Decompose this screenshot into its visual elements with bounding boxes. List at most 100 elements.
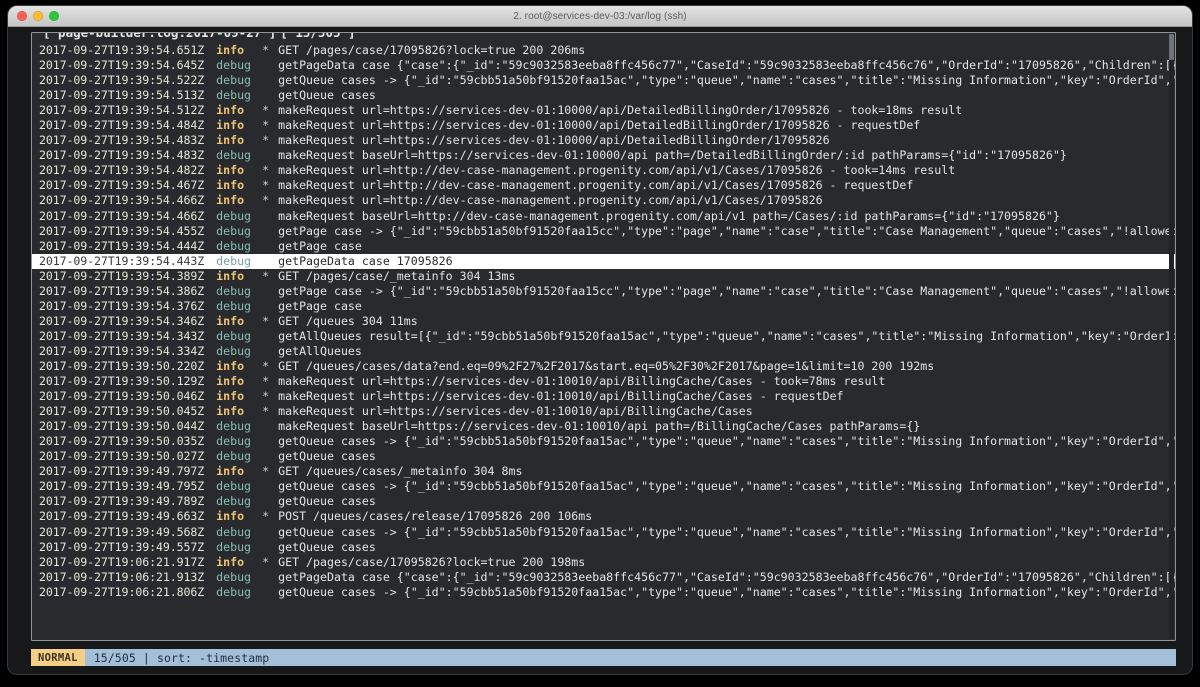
log-timestamp: 2017-09-27T19:39:50.027Z [39, 449, 205, 464]
log-row[interactable]: 2017-09-27T19:39:54.376Z debug getPage cas… [32, 299, 1175, 314]
log-message: getPage case -> {"_id":"59cbb51a50bf9152… [278, 283, 1175, 298]
log-row[interactable]: 2017-09-27T19:39:54.522Z debug getQueue ca… [32, 73, 1175, 88]
log-row[interactable]: 2017-09-27T19:06:21.806Z debug getQueue ca… [32, 585, 1175, 600]
log-level-info: info [216, 133, 245, 148]
log-message: POST /queues/cases/release/17095826 200 … [278, 509, 593, 524]
log-row[interactable]: 2017-09-27T19:39:49.568Z debug getQueue ca… [32, 525, 1175, 540]
log-row[interactable]: 2017-09-27T19:39:50.044Z debug makeRequest… [32, 419, 1175, 434]
minimize-button-icon[interactable] [33, 11, 43, 21]
log-row[interactable]: 2017-09-27T19:39:50.045Z info * makeRequest… [32, 404, 1175, 419]
log-level-info: info [216, 43, 245, 57]
log-message: getQueue cases -> {"_id":"59cbb51a50bf91… [278, 524, 1175, 539]
log-timestamp: 2017-09-27T19:39:54.443Z [39, 253, 205, 268]
log-message: getQueue cases [278, 88, 376, 103]
terminal-window: 2. root@services-dev-03:/var/log (ssh) [… [8, 6, 1192, 674]
log-timestamp: 2017-09-27T19:39:54.513Z [39, 88, 205, 103]
log-message: makeRequest url=https://services-dev-01:… [278, 374, 886, 389]
log-level-debug: debug [216, 238, 252, 253]
log-message: makeRequest baseUrl=https://services-dev… [278, 148, 1067, 163]
log-timestamp: 2017-09-27T19:39:49.663Z [39, 509, 205, 524]
log-row[interactable]: 2017-09-27T19:39:54.513Z debug getQueue ca… [32, 88, 1175, 103]
log-marker-icon: * [262, 389, 270, 404]
log-row[interactable]: 2017-09-27T19:39:54.443Z debug getPageData… [32, 253, 1175, 269]
log-row[interactable]: 2017-09-27T19:39:54.484Z info * makeRequest… [32, 118, 1175, 133]
log-message: makeRequest url=http://dev-case-manageme… [278, 193, 823, 208]
log-level-debug: debug [216, 343, 252, 358]
log-row[interactable]: 2017-09-27T19:39:54.466Z info * makeRequest… [32, 193, 1175, 208]
log-message: makeRequest url=https://services-dev-01:… [278, 404, 753, 419]
maximize-button-icon[interactable] [49, 11, 59, 21]
log-marker-icon: * [262, 193, 270, 208]
log-message: getQueue cases -> {"_id":"59cbb51a50bf91… [278, 434, 1175, 449]
log-level-debug: debug [216, 569, 252, 584]
log-row[interactable]: 2017-09-27T19:39:54.645Z debug getPageData… [32, 58, 1175, 73]
log-timestamp: 2017-09-27T19:39:50.035Z [39, 434, 205, 449]
close-button-icon[interactable] [17, 11, 27, 21]
log-level-debug: debug [216, 223, 252, 238]
log-marker-icon: * [262, 178, 270, 193]
log-level-info: info [216, 193, 245, 208]
log-row[interactable]: 2017-09-27T19:39:50.035Z debug getQueue ca… [32, 434, 1175, 449]
log-timestamp: 2017-09-27T19:39:50.129Z [39, 374, 205, 389]
log-row[interactable]: 2017-09-27T19:39:54.346Z info * GET /queues… [32, 314, 1175, 329]
log-row[interactable]: 2017-09-27T19:39:50.129Z info * makeRequest… [32, 374, 1175, 389]
log-row[interactable]: 2017-09-27T19:39:54.651Z info * GET /pages/… [32, 43, 1175, 58]
log-level-info: info [216, 404, 245, 419]
log-row[interactable]: 2017-09-27T19:39:50.220Z info * GET /queues… [32, 359, 1175, 374]
log-row[interactable]: 2017-09-27T19:39:54.389Z info * GET /pages/… [32, 269, 1175, 284]
log-scrollbar-thumb[interactable] [1169, 34, 1174, 60]
log-marker-icon: * [262, 163, 270, 178]
log-row[interactable]: 2017-09-27T19:39:54.467Z info * makeRequest… [32, 178, 1175, 193]
log-timestamp: 2017-09-27T19:39:54.389Z [39, 268, 205, 283]
log-timestamp: 2017-09-27T19:39:49.557Z [39, 539, 205, 554]
log-timestamp: 2017-09-27T19:39:54.483Z [39, 133, 205, 148]
log-row[interactable]: 2017-09-27T19:39:54.482Z info * makeRequest… [32, 163, 1175, 178]
log-timestamp: 2017-09-27T19:39:54.483Z [39, 148, 205, 163]
log-row[interactable]: 2017-09-27T19:39:54.512Z info * makeRequest… [32, 103, 1175, 118]
log-message: getPageData case {"case":{"_id":"59c9032… [278, 569, 1175, 584]
log-pane-header: [ page-builder.log.2017-09-27 ] [ 15/505… [40, 32, 359, 40]
window-controls [17, 11, 59, 21]
log-row[interactable]: 2017-09-27T19:06:21.917Z info * GET /pages/… [32, 555, 1175, 570]
log-scrollbar[interactable] [1169, 34, 1174, 639]
log-level-info: info [216, 103, 245, 118]
log-timestamp: 2017-09-27T19:39:50.046Z [39, 389, 205, 404]
log-level-debug: debug [216, 88, 252, 103]
log-level-debug: debug [216, 524, 252, 539]
log-row[interactable]: 2017-09-27T19:39:54.444Z debug getPage cas… [32, 239, 1175, 254]
log-message: makeRequest baseUrl=https://services-dev… [278, 419, 921, 434]
log-row[interactable]: 2017-09-27T19:06:21.913Z debug getPageData… [32, 570, 1175, 585]
log-level-info: info [216, 389, 245, 404]
log-row[interactable]: 2017-09-27T19:39:49.663Z info * POST /queue… [32, 509, 1175, 524]
log-message: getPage case [278, 298, 362, 313]
log-row[interactable]: 2017-09-27T19:39:54.483Z debug makeRequest… [32, 148, 1175, 163]
log-timestamp: 2017-09-27T19:39:54.444Z [39, 238, 205, 253]
log-level-debug: debug [216, 148, 252, 163]
log-message: getAllQueues result=[{"_id":"59cbb51a50b… [278, 328, 1175, 343]
log-row[interactable]: 2017-09-27T19:39:54.334Z debug getAllQueue… [32, 344, 1175, 359]
log-position-label: [ 15/505 ] [280, 32, 356, 40]
log-row[interactable]: 2017-09-27T19:39:49.797Z info * GET /queues… [32, 464, 1175, 479]
log-row[interactable]: 2017-09-27T19:39:49.795Z debug getQueue ca… [32, 479, 1175, 494]
log-row[interactable]: 2017-09-27T19:39:54.386Z debug getPage cas… [32, 284, 1175, 299]
log-line-list[interactable]: 2017-09-27T19:39:54.651Z info * GET /pages/… [32, 33, 1175, 640]
log-message: GET /queues/cases/_metainfo 304 8ms [278, 464, 523, 479]
log-marker-icon: * [262, 313, 270, 328]
log-timestamp: 2017-09-27T19:39:54.455Z [39, 223, 205, 238]
log-row[interactable]: 2017-09-27T19:39:49.789Z debug getQueue ca… [32, 494, 1175, 509]
log-row[interactable]: 2017-09-27T19:39:54.483Z info * makeRequest… [32, 133, 1175, 148]
window-titlebar: 2. root@services-dev-03:/var/log (ssh) [8, 6, 1192, 27]
log-row[interactable]: 2017-09-27T19:39:54.466Z debug makeRequest… [32, 209, 1175, 224]
log-row[interactable]: 2017-09-27T19:39:54.343Z debug getAllQueue… [32, 329, 1175, 344]
log-row[interactable]: 2017-09-27T19:39:50.027Z debug getQueue ca… [32, 449, 1175, 464]
log-level-info: info [216, 268, 245, 283]
log-timestamp: 2017-09-27T19:39:49.795Z [39, 479, 205, 494]
log-message: getAllQueues [278, 343, 362, 358]
log-message: getQueue cases [278, 449, 376, 464]
log-row[interactable]: 2017-09-27T19:39:49.557Z debug getQueue ca… [32, 540, 1175, 555]
log-row[interactable]: 2017-09-27T19:39:54.455Z debug getPage cas… [32, 224, 1175, 239]
log-level-debug: debug [216, 328, 252, 343]
log-row[interactable]: 2017-09-27T19:39:50.046Z info * makeRequest… [32, 389, 1175, 404]
log-timestamp: 2017-09-27T19:39:54.466Z [39, 208, 205, 223]
log-message: makeRequest url=https://services-dev-01:… [278, 118, 921, 133]
